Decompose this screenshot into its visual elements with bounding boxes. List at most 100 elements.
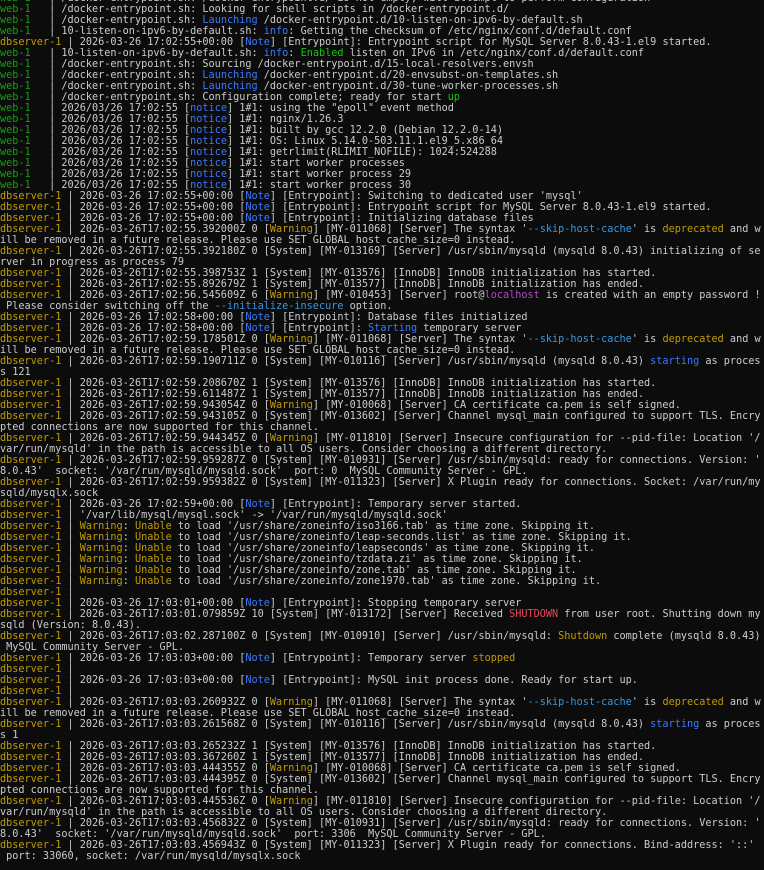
terminal-output[interactable]: web-1 | /docker-entrypoint.sh: /docker-e…: [0, 0, 764, 863]
log-text: | 2026-03-26T17:03:01.079859Z 10 [System…: [61, 609, 510, 620]
log-text: | 2026/03/26 17:02:55 [: [49, 169, 191, 180]
log-text: notice: [190, 125, 227, 136]
log-text: deprecated: [662, 697, 724, 708]
log-text: Enabled: [300, 48, 344, 59]
log-line: dbserver-1 | 2026-03-26T17:02:59.190711Z…: [0, 356, 764, 367]
log-text: Unable: [134, 532, 172, 543]
log-line: pted connections are now supported for t…: [0, 422, 764, 433]
log-line: ill be removed in a future release. Plea…: [0, 235, 764, 246]
log-text: ] 1#1: built by gcc 12.2.0 (Debian 12.2.…: [226, 125, 503, 136]
log-text: ill be removed in a future release. Plea…: [0, 235, 516, 246]
log-line: dbserver-1 | 2026-03-26 17:02:55+00:00 […: [0, 37, 764, 48]
log-text: /docker-entrypoint.d/10-listen-on-ipv6-b…: [257, 15, 583, 26]
log-text: notice: [190, 158, 227, 169]
service-prefix: dbserver-1: [0, 741, 62, 752]
service-prefix: web-1: [0, 92, 50, 103]
log-text: sqld/mysqlx.sock: [0, 488, 99, 499]
log-text: starting: [650, 356, 700, 367]
log-text: --skip-host-cache: [527, 697, 632, 708]
log-line: ill be removed in a future release. Plea…: [0, 708, 764, 719]
log-text: | 2026-03-26 17:02:55+00:00 [: [61, 202, 246, 213]
log-line: 8.0.43' socket: '/var/run/mysqld/mysqld.…: [0, 466, 764, 477]
log-line: web-1 | 2026/03/26 17:02:55 [notice] 1#1…: [0, 169, 764, 180]
log-text: up: [447, 92, 461, 103]
log-line: web-1 | 2026/03/26 17:02:55 [notice] 1#1…: [0, 180, 764, 191]
log-text: Note: [245, 213, 270, 224]
service-prefix: web-1: [0, 180, 50, 191]
service-prefix: dbserver-1: [0, 268, 62, 279]
log-text: Note: [245, 323, 270, 334]
service-prefix: dbserver-1: [0, 246, 62, 257]
log-text: rver in progress as process 79: [0, 257, 185, 268]
log-text: is created with an empty password !: [539, 290, 761, 301]
service-prefix: web-1: [0, 125, 50, 136]
log-line: dbserver-1 | '/var/lib/mysql/mysql.sock'…: [0, 510, 764, 521]
log-line: rver in progress as process 79: [0, 257, 764, 268]
log-text: var/run/mysqld' in the path is accessibl…: [0, 444, 608, 455]
log-line: dbserver-1 | 2026-03-26T17:03:03.260932Z…: [0, 697, 764, 708]
log-text: Warning: [79, 565, 123, 576]
log-line: dbserver-1 | 2026-03-26T17:02:59.943054Z…: [0, 400, 764, 411]
service-prefix: dbserver-1: [0, 653, 62, 664]
log-text: ] [Entrypoint]: Switching to dedicated u…: [269, 191, 583, 202]
log-line: dbserver-1 | 2026-03-26 17:02:55+00:00 […: [0, 191, 764, 202]
log-text: as proces: [699, 356, 761, 367]
log-line: dbserver-1 | Warning: Unable to load '/u…: [0, 521, 764, 532]
log-text: | 2026-03-26T17:02:55.398753Z 1 [System]…: [61, 268, 657, 279]
log-text: ] [MY-010068] [Server] CA certificate ca…: [312, 763, 681, 774]
service-prefix: dbserver-1: [0, 598, 62, 609]
log-text: deprecated: [662, 224, 724, 235]
log-text: ] [Entrypoint]: Entrypoint script for My…: [269, 37, 712, 48]
log-line: web-1 | /docker-entrypoint.sh: Launching…: [0, 15, 764, 26]
log-line: dbserver-1 | 2026-03-26 17:03:01+00:00 […: [0, 598, 764, 609]
log-text: to load '/usr/share/zoneinfo/leapseconds…: [171, 543, 595, 554]
log-text: --skip-host-cache: [527, 334, 632, 345]
log-text: ] [Entrypoint]: Initializing database fi…: [269, 213, 534, 224]
service-prefix: dbserver-1: [0, 664, 62, 675]
log-text: :: [122, 565, 135, 576]
log-line: Please consider switching off the --init…: [0, 301, 764, 312]
log-line: dbserver-1 | 2026-03-26T17:02:59.943105Z…: [0, 411, 764, 422]
log-line: web-1 | 2026/03/26 17:02:55 [notice] 1#1…: [0, 147, 764, 158]
log-text: | 2026-03-26T17:02:55.892679Z 1 [System]…: [61, 279, 645, 290]
log-line: dbserver-1 | 2026-03-26T17:03:03.261568Z…: [0, 719, 764, 730]
log-text: ] [Entrypoint]: Database files initializ…: [269, 312, 528, 323]
log-text: notice: [190, 169, 227, 180]
log-text: | 2026-03-26 17:02:59+00:00 [: [61, 499, 246, 510]
service-prefix: dbserver-1: [0, 521, 62, 532]
log-line: dbserver-1 | 2026-03-26 17:02:58+00:00 […: [0, 323, 764, 334]
log-line: dbserver-1 | 2026-03-26T17:03:01.079859Z…: [0, 609, 764, 620]
log-text: Starting: [368, 323, 418, 334]
log-text: to load '/usr/share/zoneinfo/iso3166.tab…: [171, 521, 595, 532]
log-text: Note: [245, 598, 270, 609]
log-text: |: [61, 587, 74, 598]
log-line: dbserver-1 | Warning: Unable to load '/u…: [0, 554, 764, 565]
log-text: ill be removed in a future release. Plea…: [0, 708, 516, 719]
service-prefix: dbserver-1: [0, 191, 62, 202]
log-line: dbserver-1 | 2026-03-26 17:02:55+00:00 […: [0, 202, 764, 213]
log-text: ] [Entrypoint]:: [269, 323, 369, 334]
service-prefix: web-1: [0, 147, 50, 158]
log-text: Warning: [269, 796, 313, 807]
log-text: ] 1#1: start worker processes: [226, 158, 405, 169]
service-prefix: dbserver-1: [0, 323, 62, 334]
log-line: dbserver-1 | 2026-03-26T17:02:55.392180Z…: [0, 246, 764, 257]
log-text: :: [122, 532, 135, 543]
log-text: |: [61, 532, 80, 543]
log-text: ] 1#1: nginx/1.26.3: [226, 114, 344, 125]
log-text: ] [Entrypoint]: Stopping temporary serve…: [269, 598, 522, 609]
log-text: |: [61, 521, 80, 532]
log-text: Warning: [269, 697, 313, 708]
log-line: dbserver-1 | 2026-03-26T17:02:55.892679Z…: [0, 279, 764, 290]
log-line: dbserver-1 | 2026-03-26T17:02:59.178501Z…: [0, 334, 764, 345]
service-prefix: dbserver-1: [0, 697, 62, 708]
log-text: | 2026-03-26T17:03:03.456943Z 0 [System]…: [61, 840, 755, 851]
log-text: Warning: [79, 576, 123, 587]
service-prefix: dbserver-1: [0, 224, 62, 235]
log-text: | /docker-entrypoint.sh:: [49, 70, 203, 81]
log-text: Warning: [269, 763, 313, 774]
log-line: dbserver-1 |: [0, 686, 764, 697]
log-text: notice: [190, 147, 227, 158]
log-text: |: [61, 686, 74, 697]
log-text: and w: [723, 697, 761, 708]
